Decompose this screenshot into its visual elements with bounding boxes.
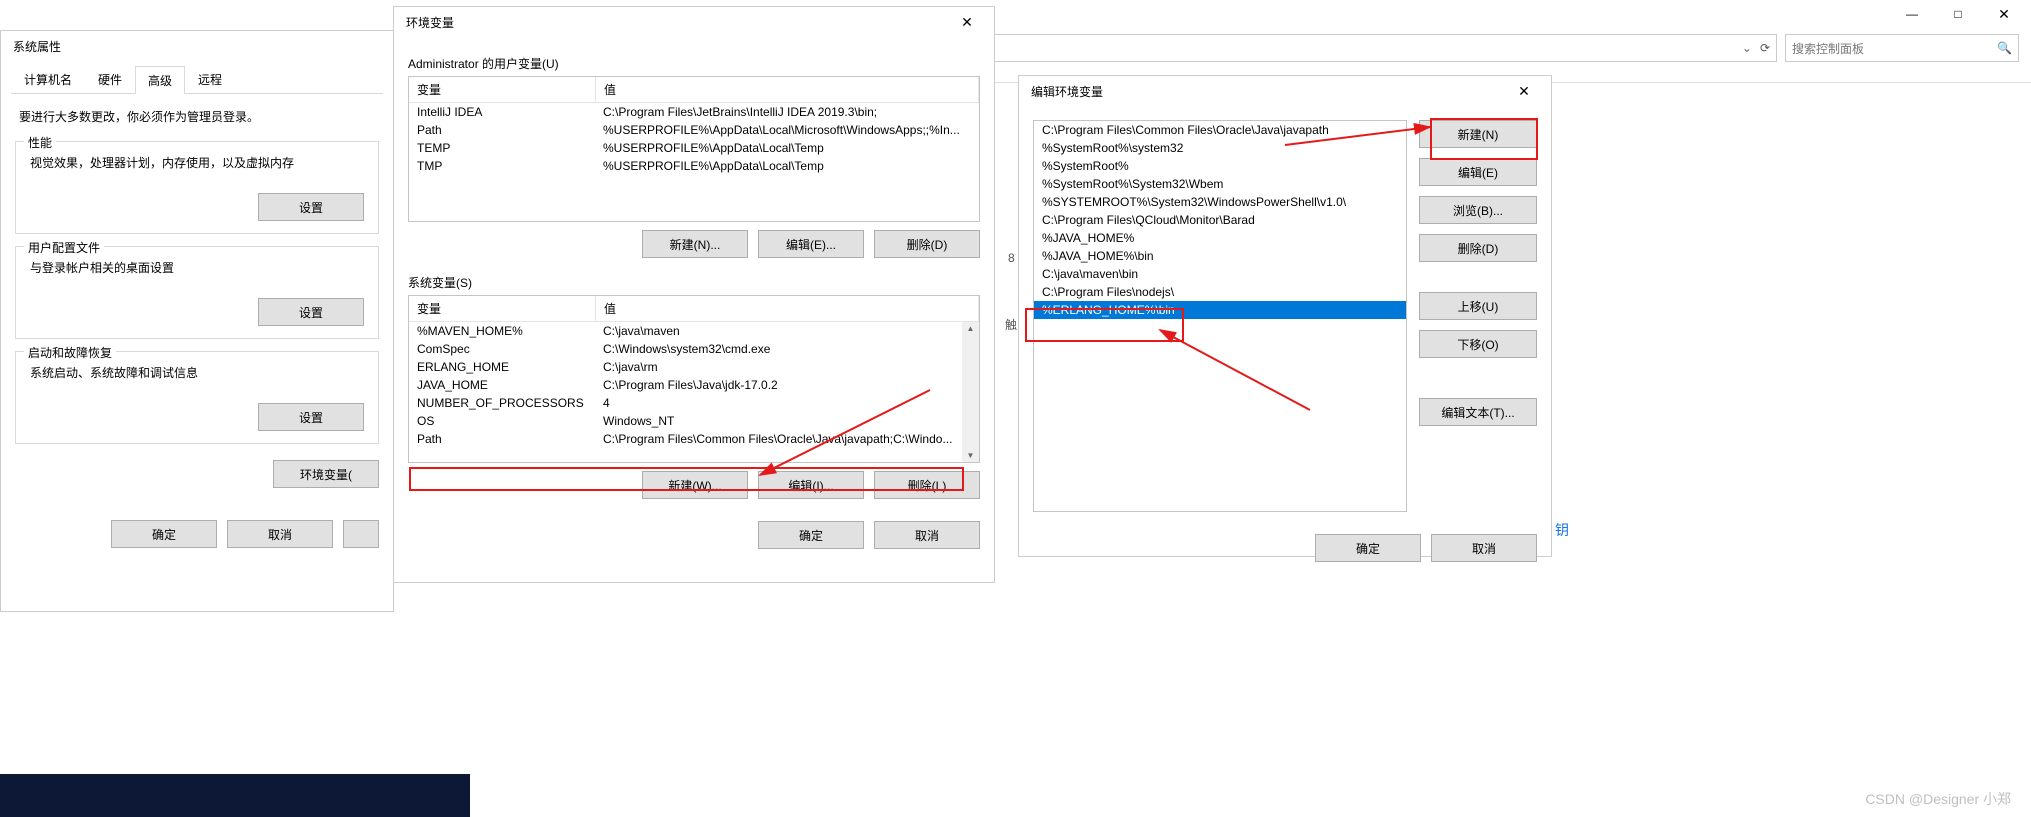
ok-button[interactable]: 确定 [1315,534,1421,562]
list-item[interactable]: C:\Program Files\Common Files\Oracle\Jav… [1034,121,1406,139]
dropdown-icon[interactable]: ⌄ [1742,41,1752,55]
group-text: 与登录帐户相关的桌面设置 [30,259,364,276]
search-input[interactable]: 搜索控制面板 🔍 [1785,34,2019,62]
browse-button[interactable]: 浏览(B)... [1419,196,1537,224]
startup-settings-button[interactable]: 设置 [258,403,364,431]
system-vars-label: 系统变量(S) [408,274,980,291]
maximize-button[interactable]: □ [1935,0,1981,29]
system-properties-dialog: 系统属性 计算机名 硬件 高级 远程 要进行大多数更改，你必须作为管理员登录。 … [0,30,394,612]
user-profiles-group: 用户配置文件 与登录帐户相关的桌面设置 设置 [15,246,379,339]
close-button[interactable]: ✕ [944,7,990,37]
close-button[interactable]: ✕ [1501,76,1547,106]
refresh-icon[interactable]: ⟳ [1760,41,1770,55]
group-text: 系统启动、系统故障和调试信息 [30,364,364,381]
edit-button[interactable]: 编辑(E) [1419,158,1537,186]
table-row[interactable]: TMP%USERPROFILE%\AppData\Local\Temp [409,157,979,175]
col-value[interactable]: 值 [596,296,979,321]
table-row[interactable]: ERLANG_HOMEC:\java\rm [409,358,979,376]
performance-settings-button[interactable]: 设置 [258,193,364,221]
system-new-button[interactable]: 新建(W)... [642,471,748,499]
list-item[interactable]: C:\Program Files\nodejs\ [1034,283,1406,301]
list-item[interactable]: %ERLANG_HOME%\bin [1034,301,1406,319]
list-item[interactable]: C:\Program Files\QCloud\Monitor\Barad [1034,211,1406,229]
environment-variables-dialog: 环境变量 ✕ Administrator 的用户变量(U) 变量 值 Intel… [393,6,995,583]
table-row[interactable]: OSWindows_NT [409,412,979,430]
taskbar [0,774,470,817]
system-edit-button[interactable]: 编辑(I)... [758,471,864,499]
move-down-button[interactable]: 下移(O) [1419,330,1537,358]
startup-recovery-group: 启动和故障恢复 系统启动、系统故障和调试信息 设置 [15,351,379,444]
watermark: CSDN @Designer 小郑 [1865,789,2011,809]
group-legend: 性能 [24,134,56,151]
table-row[interactable]: IntelliJ IDEAC:\Program Files\JetBrains\… [409,103,979,121]
list-item[interactable]: %SystemRoot%\System32\Wbem [1034,175,1406,193]
tab-computer-name[interactable]: 计算机名 [11,65,85,93]
system-vars-table[interactable]: 变量 值 %MAVEN_HOME%C:\java\mavenComSpecC:\… [408,295,980,463]
user-delete-button[interactable]: 删除(D) [874,230,980,258]
ok-button[interactable]: 确定 [758,521,864,549]
user-edit-button[interactable]: 编辑(E)... [758,230,864,258]
table-row[interactable]: JAVA_HOMEC:\Program Files\Java\jdk-17.0.… [409,376,979,394]
stray-text: 触 [1005,316,1017,333]
list-item[interactable]: %JAVA_HOME%\bin [1034,247,1406,265]
tab-remote[interactable]: 远程 [185,65,235,93]
user-vars-table[interactable]: 变量 值 IntelliJ IDEAC:\Program Files\JetBr… [408,76,980,222]
cancel-button[interactable]: 取消 [227,520,333,548]
edit-text-button[interactable]: 编辑文本(T)... [1419,398,1537,426]
search-icon: 🔍 [1997,41,2012,55]
list-item[interactable]: %SystemRoot%\system32 [1034,139,1406,157]
list-item[interactable]: %SystemRoot% [1034,157,1406,175]
move-up-button[interactable]: 上移(U) [1419,292,1537,320]
user-profiles-settings-button[interactable]: 设置 [258,298,364,326]
user-new-button[interactable]: 新建(N)... [642,230,748,258]
col-variable[interactable]: 变量 [409,77,596,102]
tab-advanced[interactable]: 高级 [135,66,185,94]
dialog-title: 系统属性 [13,38,61,55]
col-value[interactable]: 值 [596,77,979,102]
list-item[interactable]: %JAVA_HOME% [1034,229,1406,247]
stray-text: 8 [1008,251,1015,265]
minimize-button[interactable]: — [1889,0,1935,29]
path-list[interactable]: C:\Program Files\Common Files\Oracle\Jav… [1033,120,1407,512]
col-variable[interactable]: 变量 [409,296,596,321]
performance-group: 性能 视觉效果，处理器计划，内存使用，以及虚拟内存 设置 [15,141,379,234]
dialog-title: 编辑环境变量 [1031,83,1103,100]
table-row[interactable]: %MAVEN_HOME%C:\java\maven [409,322,979,340]
ok-button[interactable]: 确定 [111,520,217,548]
new-button[interactable]: 新建(N) [1419,120,1537,148]
table-row[interactable]: NUMBER_OF_PROCESSORS4 [409,394,979,412]
cancel-button[interactable]: 取消 [1431,534,1537,562]
table-row[interactable]: ComSpecC:\Windows\system32\cmd.exe [409,340,979,358]
table-row[interactable]: Path%USERPROFILE%\AppData\Local\Microsof… [409,121,979,139]
group-legend: 启动和故障恢复 [24,344,116,361]
dialog-title: 环境变量 [406,14,454,31]
scrollbar[interactable]: ▲▼ [962,322,979,462]
side-text: 钥 [1555,520,1569,540]
search-placeholder: 搜索控制面板 [1792,40,1864,57]
table-row[interactable]: TEMP%USERPROFILE%\AppData\Local\Temp [409,139,979,157]
env-variables-button[interactable]: 环境变量( [273,460,379,488]
group-legend: 用户配置文件 [24,239,104,256]
group-text: 视觉效果，处理器计划，内存使用，以及虚拟内存 [30,154,364,171]
system-delete-button[interactable]: 删除(L) [874,471,980,499]
table-row[interactable]: PathC:\Program Files\Common Files\Oracle… [409,430,979,448]
apply-button[interactable] [343,520,379,548]
tab-strip: 计算机名 硬件 高级 远程 [11,65,383,94]
list-item[interactable]: C:\java\maven\bin [1034,265,1406,283]
admin-note: 要进行大多数更改，你必须作为管理员登录。 [1,94,393,129]
user-vars-label: Administrator 的用户变量(U) [408,55,980,72]
close-button[interactable]: ✕ [1981,0,2027,29]
edit-environment-variable-dialog: 编辑环境变量 ✕ C:\Program Files\Common Files\O… [1018,75,1552,557]
tab-hardware[interactable]: 硬件 [85,65,135,93]
cancel-button[interactable]: 取消 [874,521,980,549]
list-item[interactable]: %SYSTEMROOT%\System32\WindowsPowerShell\… [1034,193,1406,211]
delete-button[interactable]: 删除(D) [1419,234,1537,262]
